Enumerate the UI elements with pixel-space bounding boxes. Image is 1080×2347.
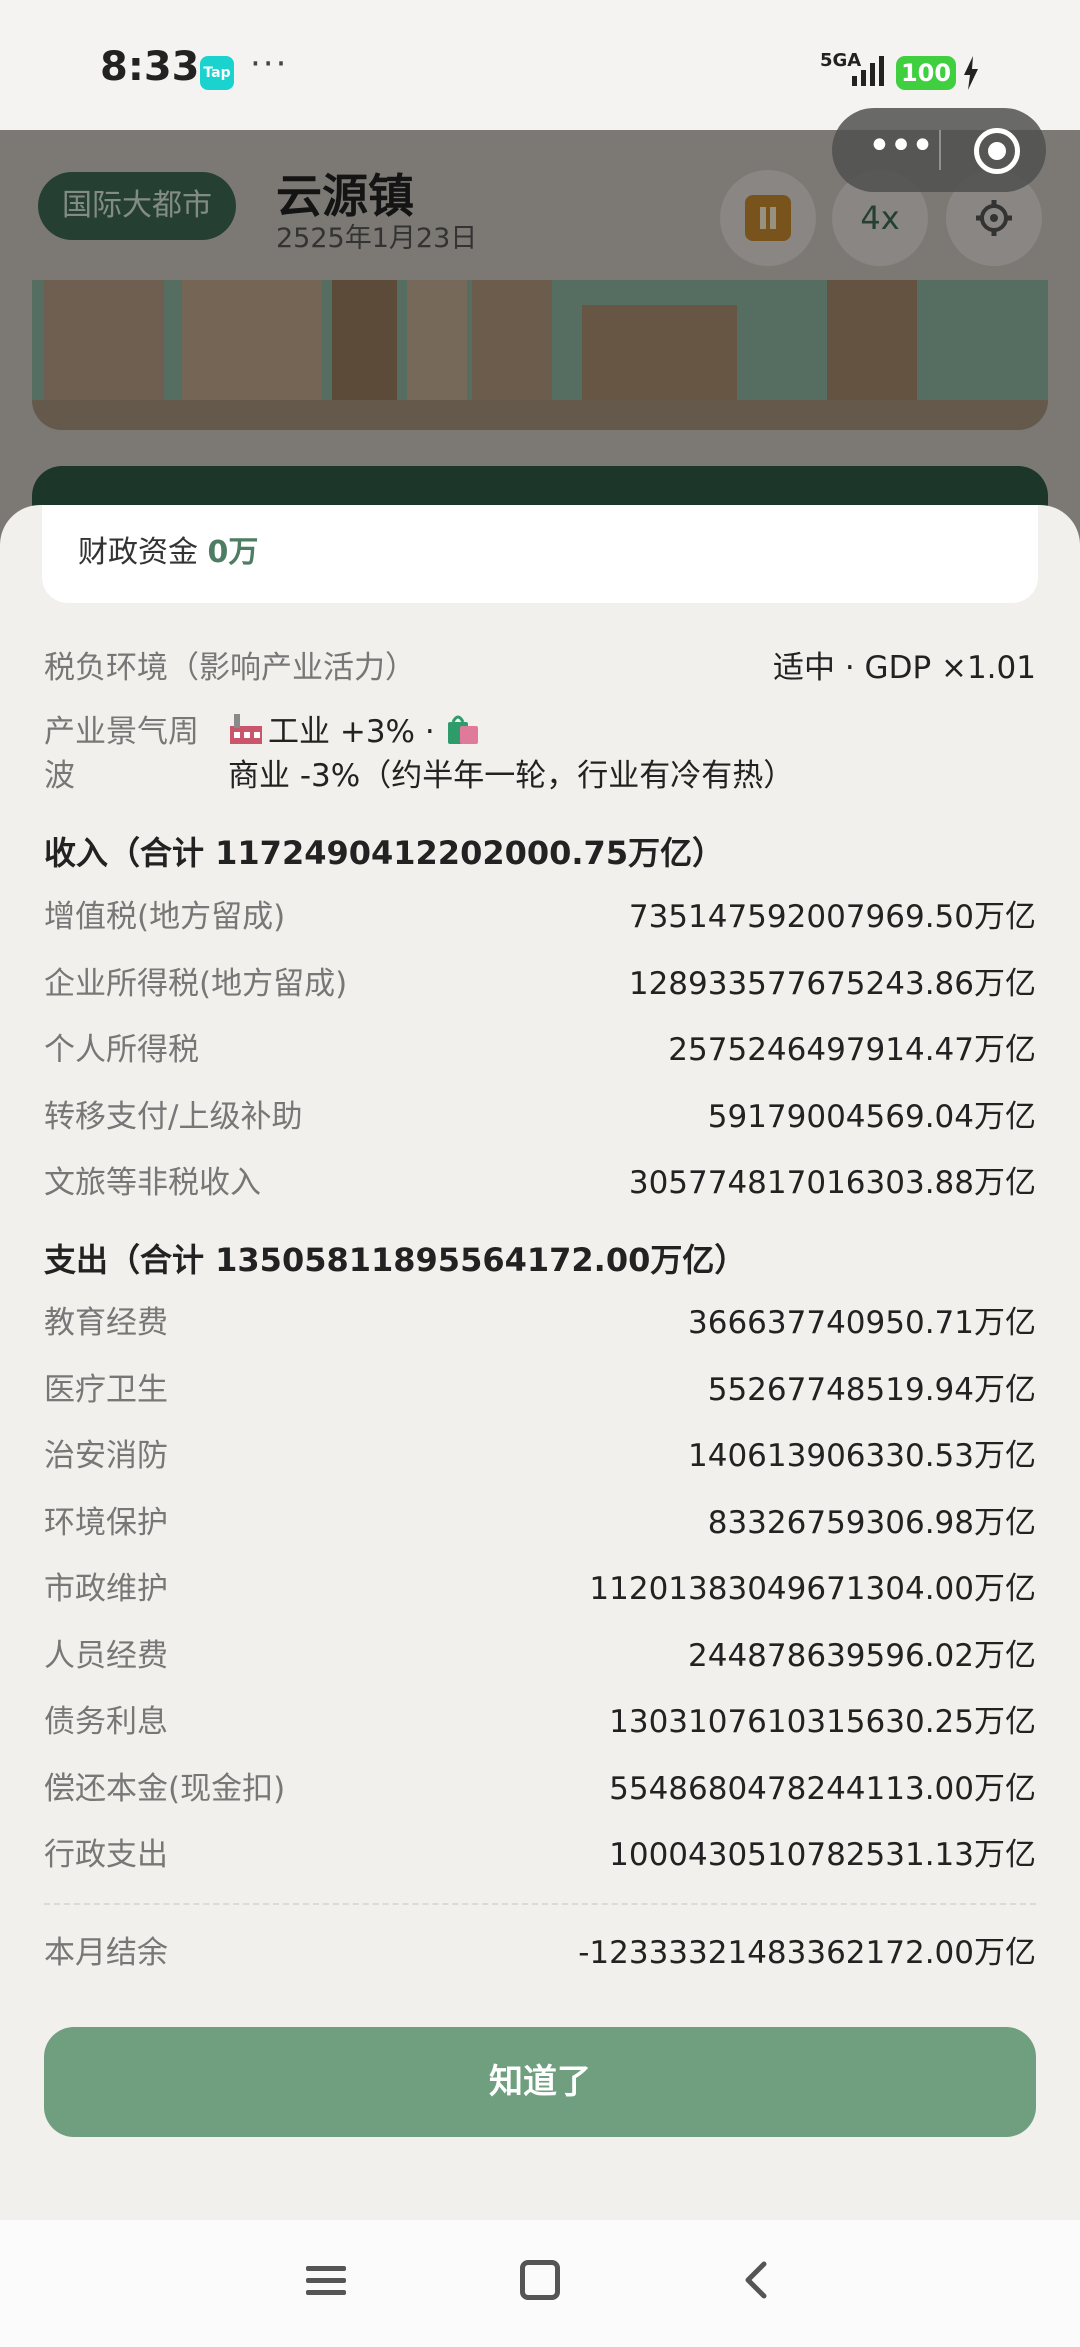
clock: 8:33	[100, 44, 200, 90]
income-value: 2575246497914.47万亿	[668, 1032, 1036, 1068]
expense-label: 教育经费	[44, 1305, 168, 1341]
expense-label: 债务利息	[44, 1704, 168, 1740]
fund-card: 财政资金 0万	[42, 505, 1038, 603]
more-options-icon[interactable]: •••	[862, 126, 938, 172]
expense-label: 行政支出	[44, 1837, 168, 1873]
ok-button[interactable]: 知道了	[44, 2027, 1036, 2137]
signal-icon	[852, 56, 884, 86]
tap-app-icon: Tap	[200, 56, 234, 90]
tax-environment-value: 适中 · GDP ×1.01	[772, 650, 1036, 686]
back-icon[interactable]	[738, 2260, 778, 2300]
income-value: 305774817016303.88万亿	[628, 1165, 1036, 1201]
balance-label: 本月结余	[44, 1935, 168, 1971]
income-label: 个人所得税	[44, 1032, 199, 1068]
home-icon[interactable]	[520, 2260, 560, 2300]
expense-value: 11201383049671304.00万亿	[589, 1571, 1036, 1607]
balance-value: -12333321483362172.00万亿	[578, 1935, 1036, 1971]
expense-label: 环境保护	[44, 1504, 168, 1541]
income-label: 增值税(地方留成)	[44, 899, 286, 935]
expense-label: 治安消防	[44, 1438, 168, 1474]
tax-environment-label: 税负环境（影响产业活力）	[44, 650, 416, 686]
income-title: 收入（合计 1172490412202000.75万亿）	[44, 834, 725, 872]
expense-value: 244878639596.02万亿	[688, 1637, 1036, 1674]
income-label: 企业所得税(地方留成)	[44, 965, 348, 1002]
expense-value: 140613906330.53万亿	[688, 1438, 1036, 1474]
expense-value: 83326759306.98万亿	[707, 1504, 1036, 1541]
expense-value: 366637740950.71万亿	[688, 1305, 1036, 1341]
industry-cycle-label: 产业景气周波	[44, 714, 199, 794]
expense-title: 支出（合计 13505811895564172.00万亿）	[44, 1241, 747, 1279]
miniprogram-capsule: •••	[832, 108, 1046, 192]
expense-value: 1303107610315630.25万亿	[609, 1704, 1036, 1740]
navigation-bar	[0, 2220, 1080, 2347]
expense-value: 1000430510782531.13万亿	[609, 1837, 1036, 1873]
income-value: 735147592007969.50万亿	[628, 899, 1036, 935]
factory-icon	[230, 714, 262, 744]
industry-cycle-value: 工业 +3% · 商业 -3%（约半年一轮，行业有冷有热）	[228, 710, 1036, 798]
expense-value: 55267748519.94万亿	[707, 1371, 1036, 1408]
fund-value: 0万	[207, 535, 259, 570]
battery-icon: 100	[896, 56, 956, 90]
expense-label: 医疗卫生	[44, 1371, 168, 1408]
recent-apps-icon[interactable]	[306, 2262, 346, 2298]
more-notifications-icon: ···	[250, 44, 289, 84]
income-label: 文旅等非税收入	[44, 1165, 261, 1201]
expense-label: 市政维护	[44, 1571, 168, 1607]
income-value: 128933577675243.86万亿	[628, 965, 1036, 1002]
expense-label: 人员经费	[44, 1637, 168, 1674]
income-value: 59179004569.04万亿	[707, 1098, 1036, 1135]
divider	[44, 1903, 1036, 1905]
income-label: 转移支付/上级补助	[44, 1098, 303, 1135]
shopping-bags-icon	[447, 715, 478, 744]
commerce-change: 商业 -3%（约半年一轮，行业有冷有热）	[228, 758, 795, 794]
charging-icon	[964, 56, 978, 90]
industry-change: 工业 +3% ·	[268, 714, 445, 750]
fund-label: 财政资金	[78, 535, 198, 570]
close-miniprogram-icon[interactable]	[974, 128, 1020, 174]
expense-label: 偿还本金(现金扣)	[44, 1770, 286, 1807]
finance-report-sheet: 财政资金 0万 税负环境（影响产业活力） 适中 · GDP ×1.01 产业景气…	[0, 505, 1080, 2220]
expense-value: 5548680478244113.00万亿	[609, 1770, 1036, 1807]
